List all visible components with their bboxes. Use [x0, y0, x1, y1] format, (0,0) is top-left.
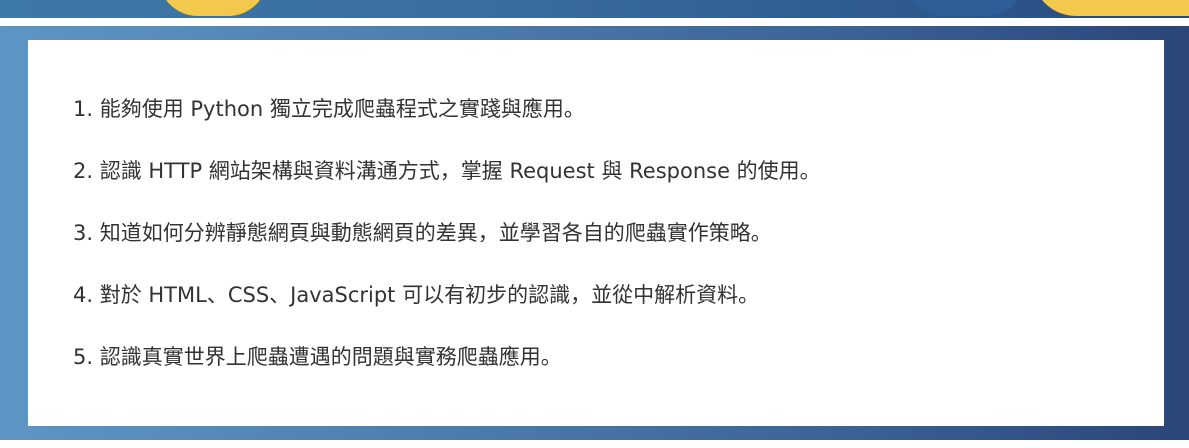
learning-goals-list: 1. 能夠使用 Python 獨立完成爬蟲程式之實踐與應用。 2. 認識 HTT…: [73, 96, 821, 406]
goal-item-5: 5. 認識真實世界上爬蟲遭遇的問題與實務爬蟲應用。: [73, 345, 562, 369]
goal-item-2: 2. 認識 HTTP 網站架構與資料溝通方式，掌握 Request 與 Resp…: [73, 159, 821, 183]
yellow-accent-shape-left: [158, 0, 268, 16]
goal-item-3: 3. 知道如何分辨靜態網頁與動態網頁的差異，並學習各自的爬蟲實作策略。: [73, 221, 772, 245]
yellow-accent-shape-right: [1032, 0, 1189, 16]
course-goals-slide: 1. 能夠使用 Python 獨立完成爬蟲程式之實踐與應用。 2. 認識 HTT…: [0, 0, 1189, 448]
top-decorative-band: [0, 0, 1189, 18]
goal-item-1: 1. 能夠使用 Python 獨立完成爬蟲程式之實踐與應用。: [73, 97, 585, 121]
goal-item-4: 4. 對於 HTML、CSS、JavaScript 可以有初步的認識，並從中解析…: [73, 283, 760, 307]
blue-accent-shape: [905, 0, 1025, 16]
